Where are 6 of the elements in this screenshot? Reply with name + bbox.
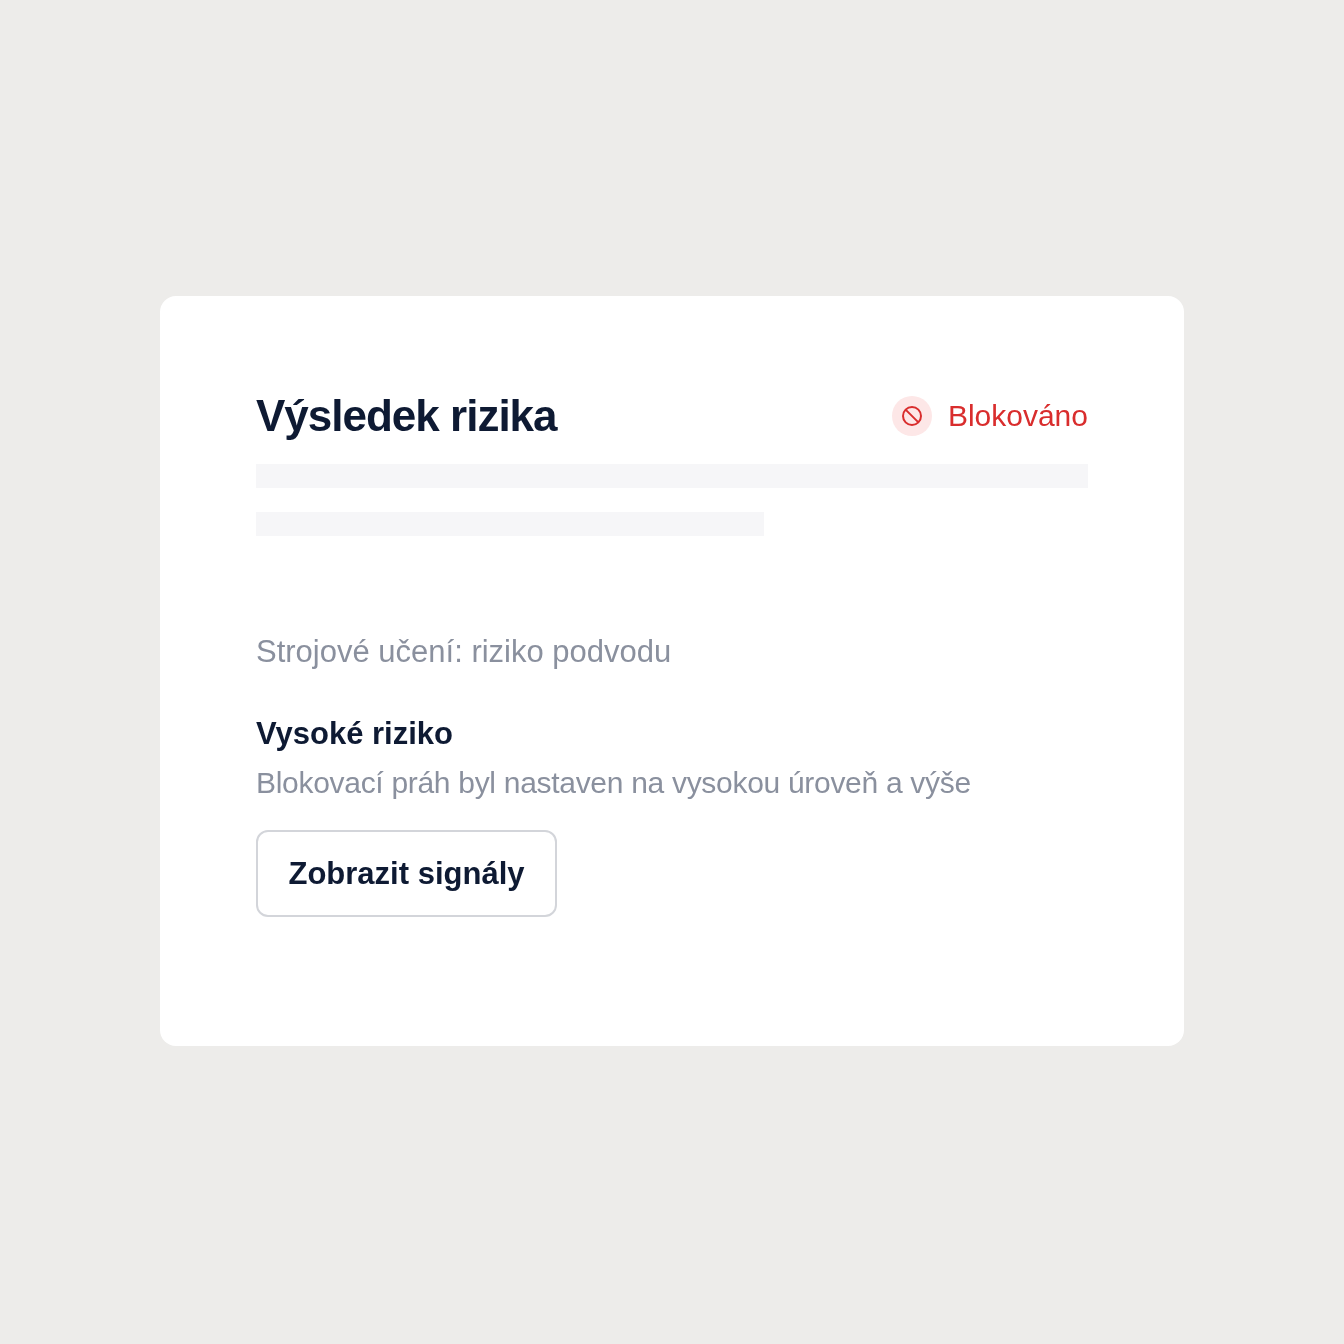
status-label: Blokováno [947, 399, 1088, 433]
risk-description: Blokovací práh byl nastaven na vysokou úroveň a výše [256, 766, 971, 800]
risk-level: Vysoké riziko [256, 716, 453, 752]
show-signals-button[interactable]: Zobrazit signály [256, 830, 557, 917]
card-title: Výsledek rizika [256, 391, 557, 441]
model-label: Strojové učení: riziko podvodu [256, 634, 672, 670]
